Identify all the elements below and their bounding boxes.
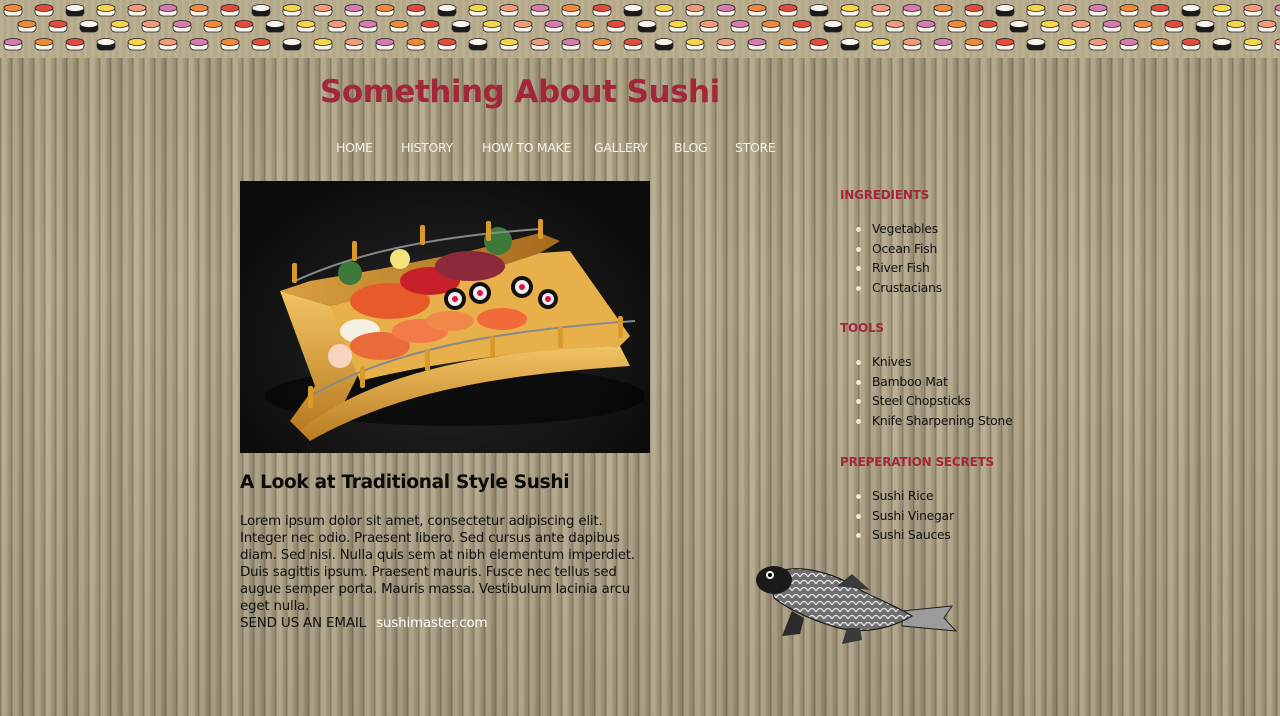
sidebar-heading-preperation-secrets: PREPERATION SECRETS [840,455,995,469]
ingredients-list: Vegetables Ocean Fish River Fish Crustac… [856,222,942,301]
article-body: Lorem ipsum dolor sit amet, consectetur … [240,514,635,614]
sidebar-item-sushi-vinegar[interactable]: Sushi Vinegar [856,509,954,529]
koi-fish-icon [756,566,957,644]
nav-blog[interactable]: BLOG [674,140,708,155]
sidebar-item-river-fish[interactable]: River Fish [856,261,942,281]
site-title: Something About Sushi [320,74,720,110]
sidebar-item-ocean-fish[interactable]: Ocean Fish [856,242,942,262]
nav-home[interactable]: HOME [336,140,373,155]
article-title: A Look at Traditional Style Sushi [240,472,570,493]
sidebar-item-steel-chopsticks[interactable]: Steel Chopsticks [855,394,1012,414]
nav-store[interactable]: STORE [735,140,776,155]
nav-history[interactable]: HISTORY [401,140,453,155]
sidebar-heading-ingredients: INGREDIENTS [840,188,930,202]
sushi-boat-icon [265,219,645,441]
sidebar-item-bamboo-mat[interactable]: Bamboo Mat [855,375,1012,395]
sidebar-item-sushi-rice[interactable]: Sushi Rice [856,489,954,509]
sidebar-item-knives[interactable]: Knives [855,355,1012,375]
email-row: SEND US AN EMAIL sushimaster.com [240,615,488,631]
email-label: SEND US AN EMAIL [240,615,366,631]
sidebar-item-vegetables[interactable]: Vegetables [856,222,942,242]
preperation-list: Sushi Rice Sushi Vinegar Sushi Sauces [856,489,954,548]
sushi-pattern-icon [3,4,1280,51]
sidebar-item-sushi-sauces[interactable]: Sushi Sauces [856,528,954,548]
sidebar-item-knife-sharpening-stone[interactable]: Knife Sharpening Stone [855,414,1013,434]
tools-list: Knives Bamboo Mat Steel Chopsticks Knife… [855,355,1013,434]
sidebar-heading-tools: TOOLS [840,321,884,335]
nav-how-to-make[interactable]: HOW TO MAKE [482,140,571,155]
email-link[interactable]: sushimaster.com [376,615,488,631]
sidebar-item-crustacians[interactable]: Crustacians [856,281,942,301]
hero-image [240,181,650,453]
sushi-banner [0,0,1280,58]
nav-gallery[interactable]: GALLERY [594,140,648,155]
